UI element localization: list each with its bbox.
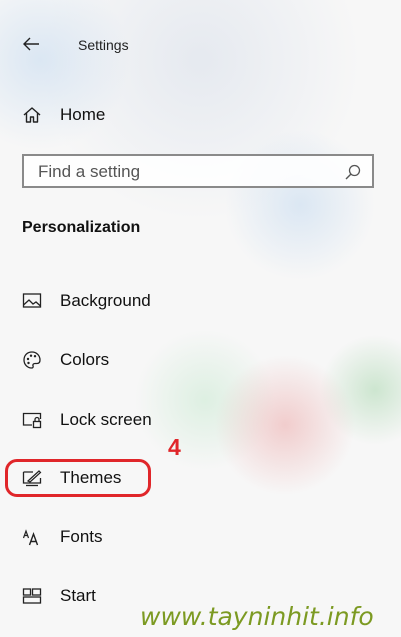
step-number-annotation: 4 [168,434,181,460]
settings-window: Settings Home Personalization Backgro [0,0,401,637]
lock-screen-icon [20,408,44,432]
nav-item-label: Fonts [60,527,103,546]
section-heading-personalization: Personalization [22,219,141,236]
home-label: Home [60,105,106,124]
nav-item-background[interactable]: Background [12,281,192,321]
nav-item-colors[interactable]: Colors [12,340,192,380]
nav-item-label: Background [60,291,151,310]
picture-icon [20,289,44,313]
search-icon[interactable] [344,163,362,181]
search-input[interactable] [24,156,340,188]
watermark: www.tayninhit.info [140,602,374,631]
window-title: Settings [78,37,129,53]
nav-item-label: Lock screen [60,410,152,429]
nav-item-label: Start [60,586,96,605]
home-nav-item[interactable]: Home [12,95,192,135]
start-icon [20,584,44,608]
nav-item-fonts[interactable]: Fonts [12,517,192,557]
nav-item-lock-screen[interactable]: Lock screen [12,400,192,440]
themes-highlight-outline [5,459,151,497]
back-arrow-icon[interactable] [20,33,42,55]
fonts-icon [20,525,44,549]
search-box[interactable] [22,154,374,188]
palette-icon [20,348,44,372]
home-icon [20,103,44,127]
nav-item-label: Colors [60,350,110,369]
